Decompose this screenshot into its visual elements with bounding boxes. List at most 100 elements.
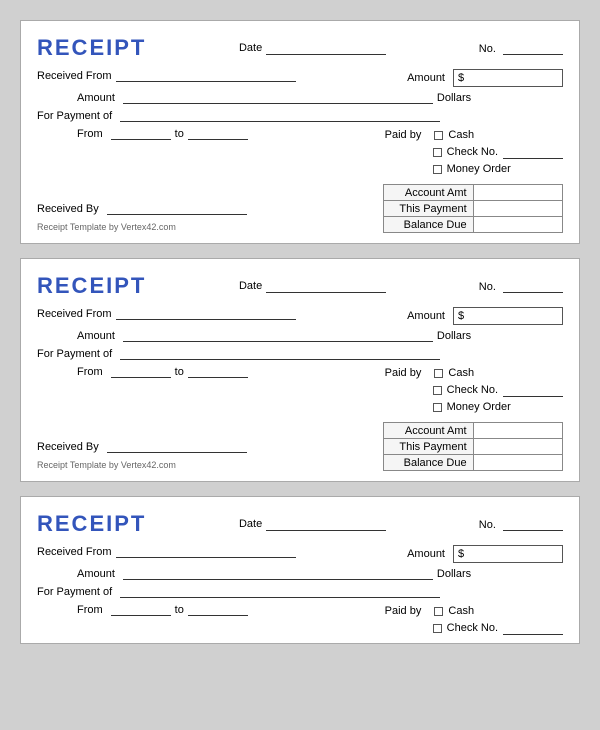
from-field-3[interactable] <box>111 603 171 616</box>
date-label-1: Date <box>239 42 262 54</box>
date-field-2[interactable] <box>266 280 386 293</box>
from-label-1: From <box>77 128 103 140</box>
cash-label-3: Cash <box>448 603 474 620</box>
account-amt-value-cell-2[interactable] <box>473 423 562 439</box>
amount-word-field-3[interactable] <box>123 567 433 580</box>
check-no-field-1[interactable] <box>503 146 563 159</box>
balance-due-label-cell-1: Balance Due <box>384 217 474 233</box>
account-amt-row-1: Account Amt <box>384 185 563 201</box>
from-to-section-1: From to <box>37 127 248 145</box>
date-section-3: Date <box>239 518 386 531</box>
received-by-section-1: Received By <box>37 202 383 215</box>
receipt-title-2: RECEIPT <box>37 273 146 299</box>
paid-by-section-2: Paid by Cash Check No. Money Order <box>385 365 563 416</box>
cash-checkbox-3[interactable] <box>434 607 443 616</box>
account-table-2: Account Amt This Payment Balance Due <box>383 422 563 471</box>
cash-label-2: Cash <box>448 365 474 382</box>
for-payment-label-2: For Payment of <box>37 348 112 360</box>
for-payment-field-1[interactable] <box>120 109 440 122</box>
from-field-2[interactable] <box>111 365 171 378</box>
check-no-field-2[interactable] <box>503 384 563 397</box>
for-payment-row-3: For Payment of <box>37 585 563 598</box>
main-rows-2: Received From Amount $ <box>37 307 563 329</box>
check-label-2: Check No. <box>447 382 498 399</box>
money-order-checkbox-1[interactable] <box>433 165 442 174</box>
account-amt-label-cell-1: Account Amt <box>384 185 474 201</box>
to-field-3[interactable] <box>188 603 248 616</box>
no-section-2: No. <box>479 280 563 293</box>
amount-row-1: Amount $ <box>363 69 563 87</box>
from-label-3: From <box>77 604 103 616</box>
this-payment-value-cell-2[interactable] <box>473 439 562 455</box>
received-from-row-1: Received From <box>37 69 363 82</box>
date-section-1: Date <box>239 42 386 55</box>
this-payment-label-cell-1: This Payment <box>384 201 474 217</box>
received-from-field-2[interactable] <box>116 307 296 320</box>
received-by-col-2: Received By Receipt Template by Vertex42… <box>37 440 383 471</box>
no-section-1: No. <box>479 42 563 55</box>
balance-due-value-cell-2[interactable] <box>473 455 562 471</box>
dollars-row-1: Amount Dollars <box>37 91 563 104</box>
check-checkbox-1[interactable] <box>433 148 442 157</box>
cash-label-1: Cash <box>448 127 474 144</box>
no-section-3: No. <box>479 518 563 531</box>
amount-word-label-3: Amount <box>77 568 115 580</box>
received-by-label-2: Received By <box>37 441 99 453</box>
receipt-header-3: RECEIPT Date No. <box>37 511 563 537</box>
no-field-3[interactable] <box>503 518 563 531</box>
account-amt-value-cell-1[interactable] <box>473 185 562 201</box>
account-table-col-2: Account Amt This Payment Balance Due <box>383 422 563 471</box>
main-rows-3: Received From Amount $ <box>37 545 563 567</box>
amount-box-3[interactable]: $ <box>453 545 563 563</box>
account-amt-row-2: Account Amt <box>384 423 563 439</box>
dollars-suffix-2: Dollars <box>437 330 471 342</box>
received-from-field-1[interactable] <box>116 69 296 82</box>
for-payment-row-2: For Payment of <box>37 347 563 360</box>
for-payment-row-1: For Payment of <box>37 109 563 122</box>
date-field-1[interactable] <box>266 42 386 55</box>
for-payment-label-1: For Payment of <box>37 110 112 122</box>
from-field-1[interactable] <box>111 127 171 140</box>
cash-checkbox-2[interactable] <box>434 369 443 378</box>
dollars-row-3: Amount Dollars <box>37 567 563 580</box>
balance-due-row-1: Balance Due <box>384 217 563 233</box>
amount-word-field-1[interactable] <box>123 91 433 104</box>
received-from-field-3[interactable] <box>116 545 296 558</box>
check-no-field-3[interactable] <box>503 622 563 635</box>
paid-by-cash-3: Paid by Cash <box>385 603 563 620</box>
paid-by-prefix-2: Paid by <box>385 365 422 382</box>
bottom-section-1: Received By Receipt Template by Vertex42… <box>37 184 563 233</box>
amount-box-1[interactable]: $ <box>453 69 563 87</box>
received-by-field-1[interactable] <box>107 202 247 215</box>
no-field-2[interactable] <box>503 280 563 293</box>
to-label-2: to <box>175 366 184 378</box>
amount-word-field-2[interactable] <box>123 329 433 342</box>
for-payment-field-3[interactable] <box>120 585 440 598</box>
bottom-section-2: Received By Receipt Template by Vertex42… <box>37 422 563 471</box>
check-checkbox-3[interactable] <box>433 624 442 633</box>
to-field-1[interactable] <box>188 127 248 140</box>
money-order-checkbox-2[interactable] <box>433 403 442 412</box>
paid-by-cash-1: Paid by Cash <box>385 127 563 144</box>
for-payment-label-3: For Payment of <box>37 586 112 598</box>
amount-label-3: Amount <box>407 548 445 560</box>
balance-due-value-cell-1[interactable] <box>473 217 562 233</box>
received-from-label-1: Received From <box>37 70 112 82</box>
footer-2: Receipt Template by Vertex42.com <box>37 459 383 471</box>
no-field-1[interactable] <box>503 42 563 55</box>
paid-by-prefix-1: Paid by <box>385 127 422 144</box>
date-label-3: Date <box>239 518 262 530</box>
from-label-2: From <box>77 366 103 378</box>
amount-row-3: Amount $ <box>363 545 563 563</box>
received-by-field-2[interactable] <box>107 440 247 453</box>
to-field-2[interactable] <box>188 365 248 378</box>
cash-checkbox-1[interactable] <box>434 131 443 140</box>
from-to-row-1: From to <box>37 127 248 140</box>
paid-by-prefix-3: Paid by <box>385 603 422 620</box>
this-payment-value-cell-1[interactable] <box>473 201 562 217</box>
check-checkbox-2[interactable] <box>433 386 442 395</box>
amount-box-2[interactable]: $ <box>453 307 563 325</box>
date-field-3[interactable] <box>266 518 386 531</box>
received-by-col-1: Received By Receipt Template by Vertex42… <box>37 202 383 233</box>
for-payment-field-2[interactable] <box>120 347 440 360</box>
